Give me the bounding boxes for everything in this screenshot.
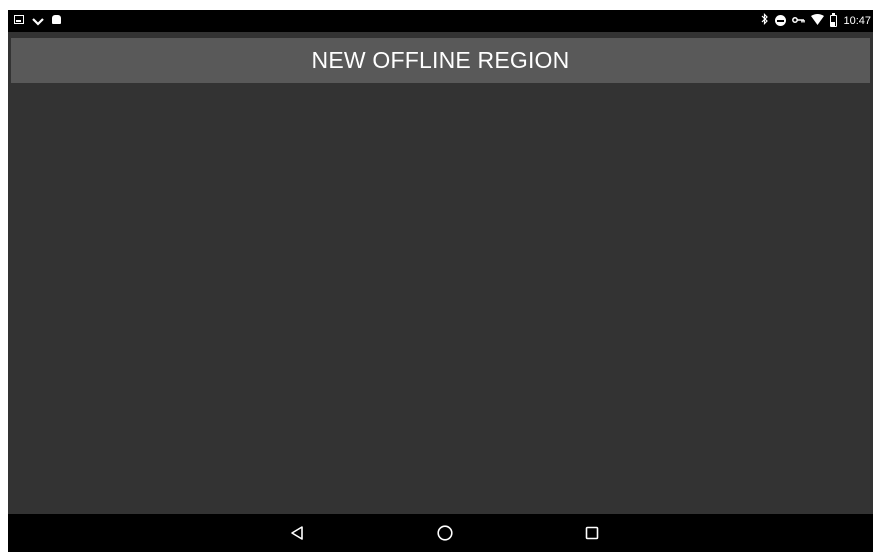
page-title: NEW OFFLINE REGION: [311, 47, 570, 73]
navigation-bar: [8, 514, 873, 552]
image-icon: [14, 14, 24, 24]
status-system-icons: 10:47: [761, 12, 871, 28]
status-time: 10:47: [843, 14, 871, 27]
recents-icon: [585, 526, 599, 540]
bluetooth-icon: [761, 13, 769, 28]
download-icon: [32, 14, 44, 26]
wifi-icon: [811, 13, 825, 28]
vpn-key-icon: [792, 15, 806, 27]
back-icon: [291, 526, 303, 540]
recents-button[interactable]: [580, 522, 604, 544]
home-icon: [437, 525, 453, 541]
battery-icon: [830, 12, 838, 27]
app-bar: NEW OFFLINE REGION: [11, 38, 870, 83]
back-button[interactable]: [285, 522, 309, 544]
status-notification-icons: [14, 14, 61, 26]
device-screen: 10:47 NEW OFFLINE REGION: [8, 10, 873, 552]
map-content-area[interactable]: [8, 83, 873, 514]
home-button[interactable]: [433, 522, 457, 544]
status-bar: 10:47: [8, 10, 873, 32]
do-not-disturb-icon: [775, 15, 787, 26]
android-icon: [52, 14, 61, 24]
